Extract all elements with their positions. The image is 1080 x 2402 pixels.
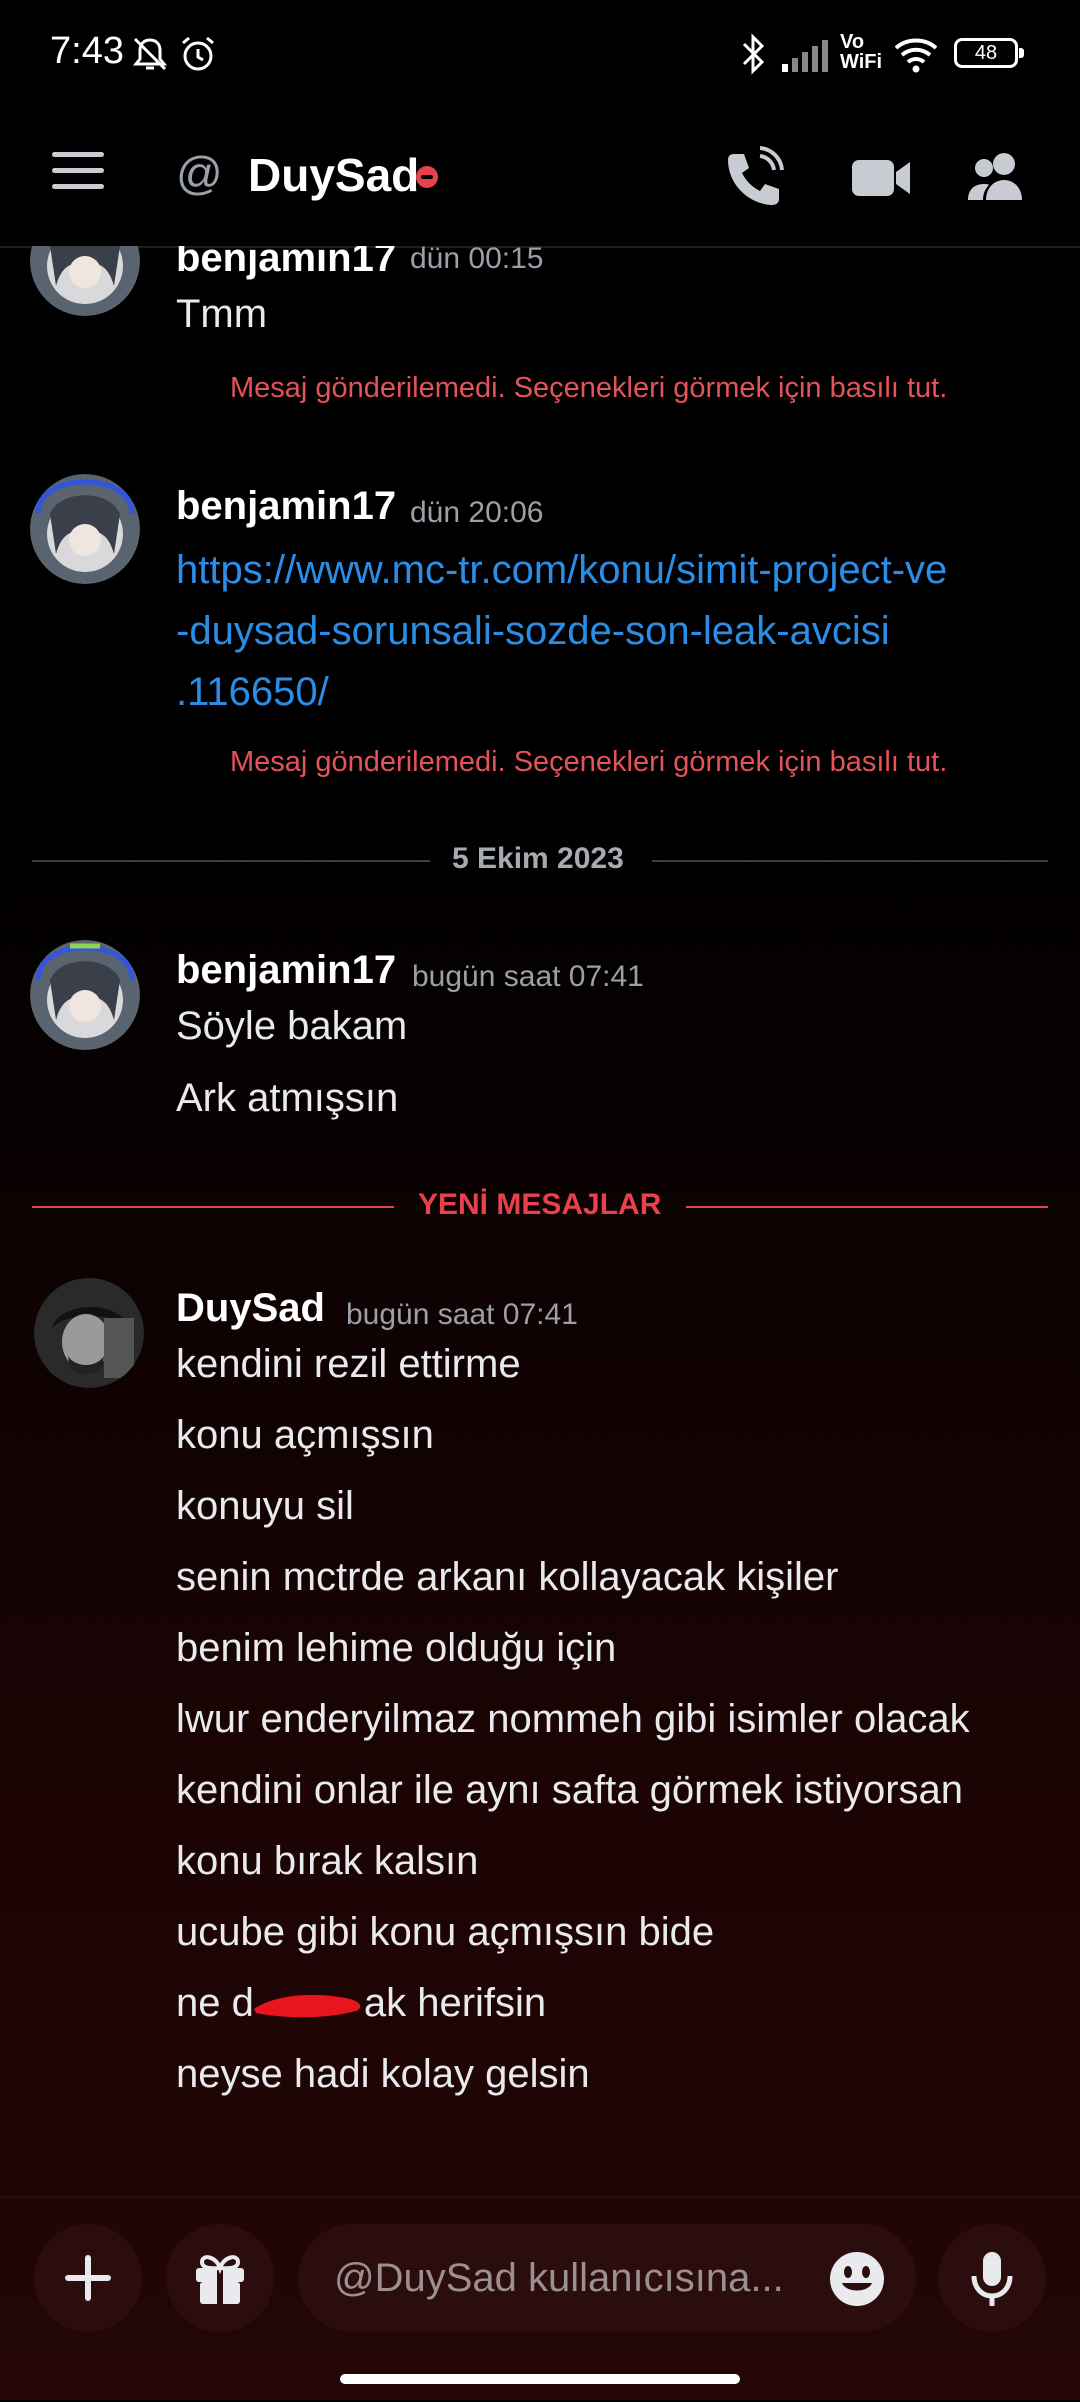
message-author[interactable]: DuySad (176, 1286, 325, 1331)
send-failed-notice[interactable]: Mesaj gönderilemedi. Seçenekleri görmek … (230, 372, 947, 405)
message-text[interactable]: senin mctrde arkanı kollayacak kişiler (176, 1555, 838, 1600)
link-line[interactable]: https://www.mc-tr.com/konu/simit-project… (176, 540, 1056, 601)
message-author[interactable]: benjamin17 (176, 948, 396, 993)
link-line[interactable]: .116650/ (176, 662, 1056, 723)
message-text[interactable]: neyse hadi kolay gelsin (176, 2052, 590, 2097)
battery-icon: 48 (954, 38, 1024, 68)
voice-message-button[interactable] (938, 2224, 1046, 2332)
redaction-scribble (253, 1985, 364, 2025)
battery-level: 48 (974, 42, 998, 64)
message-list[interactable]: benjamin17 dün 00:15 Tmm Mesaj gönderile… (0, 246, 1080, 2196)
message-author[interactable]: benjamin17 (176, 246, 396, 281)
new-messages-divider-line (32, 1206, 394, 1208)
message-text[interactable]: Tmm (176, 292, 267, 337)
avatar[interactable] (30, 940, 140, 1050)
bell-off-icon (132, 37, 168, 71)
menu-icon[interactable] (52, 152, 104, 192)
new-messages-label: YENİ MESAJLAR (418, 1188, 662, 1221)
send-failed-notice[interactable]: Mesaj gönderilemedi. Seçenekleri görmek … (230, 746, 947, 779)
gift-icon (196, 2255, 244, 2304)
signal-icon (782, 40, 828, 72)
attach-button[interactable] (34, 2224, 142, 2332)
new-messages-divider-line (686, 1206, 1048, 1208)
message-author[interactable]: benjamin17 (176, 484, 396, 529)
date-divider-label: 5 Ekim 2023 (452, 842, 624, 875)
avatar[interactable] (30, 474, 140, 584)
plus-icon (65, 2255, 111, 2301)
gift-button[interactable] (166, 2224, 274, 2332)
home-indicator[interactable] (340, 2374, 740, 2384)
message-text[interactable]: konu açmışsın (176, 1413, 434, 1458)
microphone-icon (971, 2252, 1013, 2306)
message-text[interactable]: ucube gibi konu açmışsın bide (176, 1910, 714, 1955)
message-text[interactable]: konu bırak kalsın (176, 1839, 478, 1884)
message-input-placeholder: @DuySad kullanıcısına... (334, 2256, 784, 2300)
members-icon[interactable] (962, 146, 1032, 210)
message-text[interactable]: kendini onlar ile aynı safta görmek isti… (176, 1768, 963, 1813)
voice-call-icon[interactable] (720, 146, 790, 210)
message-text[interactable]: lwur enderyilmaz nommeh gibi isimler ola… (176, 1697, 970, 1742)
at-icon: @ (176, 147, 223, 199)
avatar[interactable] (30, 246, 140, 316)
date-divider-line (32, 860, 430, 862)
message-text[interactable]: Ark atmışsın (176, 1076, 398, 1121)
alarm-icon (182, 36, 214, 71)
message-text-fragment: ak herifsin (363, 1981, 547, 2025)
dnd-status-icon (416, 166, 438, 188)
channel-header: @ DuySad (0, 110, 1080, 248)
message-composer: @DuySad kullanıcısına... (0, 2196, 1080, 2402)
message-timestamp: bugün saat 07:41 (346, 1298, 578, 1331)
video-call-icon[interactable] (846, 146, 916, 210)
message-timestamp: bugün saat 07:41 (412, 960, 644, 993)
wifi-icon (894, 38, 938, 73)
date-divider-line (652, 860, 1048, 862)
avatar[interactable] (34, 1278, 144, 1388)
dm-title[interactable]: DuySad (248, 148, 419, 202)
message-text[interactable]: ne d ak herifsin (176, 1981, 546, 2026)
message-text[interactable]: benim lehime olduğu için (176, 1626, 616, 1671)
status-bar: 7:43 Vo WiFi 48 (0, 0, 1080, 110)
message-text[interactable]: kendini rezil ettirme (176, 1342, 521, 1387)
link-line[interactable]: -duysad-sorunsali-sozde-son-leak-avcisi (176, 601, 1056, 662)
message-text[interactable]: Söyle bakam (176, 1004, 407, 1049)
bluetooth-icon (742, 33, 765, 75)
message-link[interactable]: https://www.mc-tr.com/konu/simit-project… (176, 540, 1056, 723)
message-text[interactable]: konuyu sil (176, 1484, 354, 1529)
message-timestamp: dün 20:06 (410, 496, 544, 529)
message-text-fragment: ne d (176, 1981, 254, 2025)
emoji-icon[interactable] (828, 2250, 886, 2308)
status-time: 7:43 (50, 30, 124, 72)
message-input[interactable]: @DuySad kullanıcısına... (298, 2224, 916, 2332)
message-timestamp: dün 00:15 (410, 246, 544, 275)
vowifi-icon: Vo WiFi (840, 31, 883, 73)
